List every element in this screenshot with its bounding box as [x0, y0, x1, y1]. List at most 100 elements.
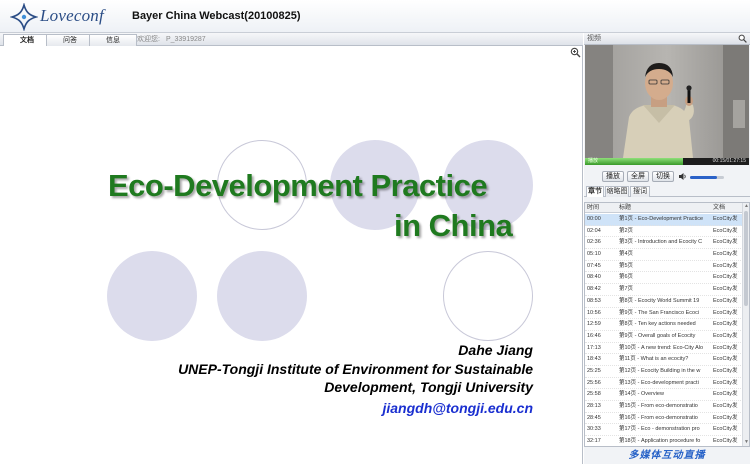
- chapter-title: 第17页 - Eco - demonstration pro: [619, 426, 700, 433]
- chapter-title: 第14页 - Overview: [619, 391, 664, 398]
- chapter-title: 第9页 - The San Francisco Ecoci: [619, 309, 700, 316]
- list-item[interactable]: 25:58 第14页 - Overview EcoCity发: [585, 389, 743, 401]
- slide-decor-circle: [443, 251, 533, 341]
- video-progress-fill: [585, 158, 684, 165]
- list-item[interactable]: 08:42 第7页 EcoCity发: [585, 284, 743, 296]
- chapter-doc: EcoCity发: [713, 356, 738, 363]
- right-panel: 视频 播放 00:15/01:27:15 播放 全屏 切换 章节 缩略图 搜词 …: [584, 33, 750, 464]
- video-header-label: 视频: [587, 35, 601, 42]
- chapter-time: 10:56: [587, 309, 601, 316]
- tab-qa[interactable]: 问答: [46, 34, 94, 46]
- column-header-doc[interactable]: 文档: [713, 203, 743, 213]
- chapter-time: 07:45: [587, 262, 601, 269]
- chapter-doc: EcoCity发: [713, 403, 738, 409]
- tab-thumbnails[interactable]: 缩略图: [605, 186, 629, 197]
- chapter-title: 第13页 - Eco-development practi: [619, 379, 699, 386]
- chapter-doc: EcoCity发: [713, 297, 738, 304]
- chapter-title: 第16页 - From eco-demonstratio: [619, 414, 698, 421]
- header-bar: Loveconf Bayer China Webcast(20100825): [0, 0, 750, 33]
- chapter-title: 第12页 - Ecocity Building in the w: [619, 367, 701, 374]
- chapter-title: 第11页 - What is an ecocity?: [619, 356, 689, 363]
- chapter-doc: EcoCity发: [713, 251, 738, 258]
- chapter-doc: EcoCity发: [713, 332, 738, 339]
- list-item[interactable]: 05:10 第4页 EcoCity发: [585, 249, 743, 261]
- tab-chapters[interactable]: 章节: [586, 186, 604, 197]
- list-item[interactable]: 00:00 第1页 - Eco-Development Practice EcoCi…: [585, 214, 743, 226]
- list-item[interactable]: 08:53 第8页 - Ecocity World Summit 19 EcoCit…: [585, 296, 743, 308]
- list-tab-bar: 章节 缩略图 搜词: [584, 185, 750, 197]
- chapter-time: 25:25: [587, 367, 601, 374]
- chapter-doc: EcoCity发: [713, 391, 738, 398]
- fullscreen-button[interactable]: 全屏: [627, 171, 649, 182]
- scroll-down-icon[interactable]: ▼: [743, 439, 749, 446]
- chapter-time: 08:42: [587, 286, 601, 293]
- switch-button[interactable]: 切换: [652, 171, 674, 182]
- list-item[interactable]: 28:13 第15页 - From eco-demonstratio EcoCity…: [585, 401, 743, 413]
- zoom-icon[interactable]: [738, 34, 747, 43]
- chapter-doc: EcoCity发: [713, 239, 738, 246]
- chapter-title: 第9页 - Overall goals of Ecocity: [619, 332, 696, 339]
- chapter-title: 第10页 - A new trend: Eco-City Alo: [619, 344, 704, 351]
- chapter-title: 第3页 - Introduction and Ecocity C: [619, 239, 703, 246]
- chapter-title: 第5页: [619, 262, 634, 269]
- tab-info[interactable]: 信息: [89, 34, 137, 46]
- list-item[interactable]: 12:59 第8页 - Ten key actions needed EcoCity…: [585, 319, 743, 331]
- volume-icon[interactable]: [678, 172, 687, 181]
- welcome-prefix: 欢迎您:: [137, 36, 160, 43]
- chapter-time: 28:13: [587, 403, 601, 409]
- chapter-doc: EcoCity发: [713, 262, 738, 269]
- slide-title-line2: in China: [394, 208, 513, 243]
- scroll-up-icon[interactable]: ▲: [743, 203, 749, 210]
- chapter-title: 第8页 - Ecocity World Summit 19: [619, 297, 700, 304]
- chapter-doc: EcoCity发: [713, 379, 738, 386]
- list-item[interactable]: 10:56 第9页 - The San Francisco Ecoci EcoCit…: [585, 308, 743, 320]
- list-item[interactable]: 18:43 第11页 - What is an ecocity? EcoCity发: [585, 354, 743, 366]
- chapter-time: 08:53: [587, 297, 601, 304]
- chapter-list-scrollbar[interactable]: ▲ ▼: [742, 203, 749, 446]
- slide-canvas: Eco-Development Practice in China Dahe J…: [10, 56, 575, 461]
- tab-search-terms[interactable]: 搜词: [630, 186, 650, 197]
- list-item[interactable]: 25:56 第13页 - Eco-development practi EcoCit…: [585, 378, 743, 390]
- column-header-time[interactable]: 时间: [587, 203, 617, 213]
- chapter-time: 00:00: [587, 216, 601, 222]
- list-item[interactable]: 07:45 第5页 EcoCity发: [585, 261, 743, 273]
- column-header-title[interactable]: 标题: [619, 203, 711, 213]
- chapter-doc: EcoCity发: [713, 438, 738, 445]
- list-item[interactable]: 28:45 第16页 - From eco-demonstratio EcoCity…: [585, 413, 743, 425]
- chapter-time: 30:33: [587, 426, 601, 433]
- chapter-title: 第2页: [619, 227, 634, 234]
- list-item[interactable]: 25:25 第12页 - Ecocity Building in the w Eco…: [585, 366, 743, 378]
- tab-bar: 文档 问答 信息 欢迎您: P_33919287: [0, 33, 583, 46]
- tab-documents[interactable]: 文档: [3, 34, 51, 46]
- play-button[interactable]: 播放: [602, 171, 624, 182]
- list-item[interactable]: 30:33 第17页 - Eco - demonstration pro EcoCi…: [585, 424, 743, 437]
- chapter-time: 02:36: [587, 239, 601, 246]
- chapter-title: 第15页 - From eco-demonstratio: [619, 403, 698, 409]
- list-item[interactable]: 17:13 第10页 - A new trend: Eco-City Alo Eco…: [585, 343, 743, 355]
- chapter-doc: EcoCity发: [713, 309, 738, 316]
- video-progress-bar[interactable]: 播放 00:15/01:27:15: [585, 158, 749, 165]
- scrollbar-thumb[interactable]: [744, 211, 748, 306]
- chapter-title: 第4页: [619, 251, 634, 258]
- slide-decor-circle: [217, 251, 307, 341]
- list-item[interactable]: 16:46 第9页 - Overall goals of Ecocity EcoCi…: [585, 331, 743, 343]
- video-time: 00:15/01:27:15: [712, 158, 746, 164]
- list-item[interactable]: 32:17 第18页 - Application procedure fo EcoC…: [585, 436, 743, 446]
- chapter-doc: EcoCity发: [713, 426, 738, 433]
- chapter-time: 25:56: [587, 379, 601, 386]
- volume-slider[interactable]: [690, 176, 724, 179]
- list-item[interactable]: 08:40 第6页 EcoCity发: [585, 272, 743, 285]
- slide-email: jiangdh@tongji.edu.cn: [382, 400, 533, 416]
- list-item[interactable]: 02:36 第3页 - Introduction and Ecocity C Eco…: [585, 237, 743, 250]
- chapter-doc: EcoCity发: [713, 344, 738, 351]
- chapter-doc: EcoCity发: [713, 286, 738, 293]
- chapter-time: 28:45: [587, 414, 601, 421]
- chapter-doc: EcoCity发: [713, 274, 738, 281]
- chapter-doc: EcoCity发: [713, 321, 738, 328]
- page-title: Bayer China Webcast(20100825): [132, 10, 301, 22]
- chapter-title: 第18页 - Application procedure fo: [619, 438, 701, 445]
- video-player[interactable]: [585, 45, 749, 158]
- chapter-title: 第6页: [619, 274, 634, 281]
- list-item[interactable]: 02:04 第2页 EcoCity发: [585, 226, 743, 238]
- chapter-time: 16:46: [587, 332, 601, 339]
